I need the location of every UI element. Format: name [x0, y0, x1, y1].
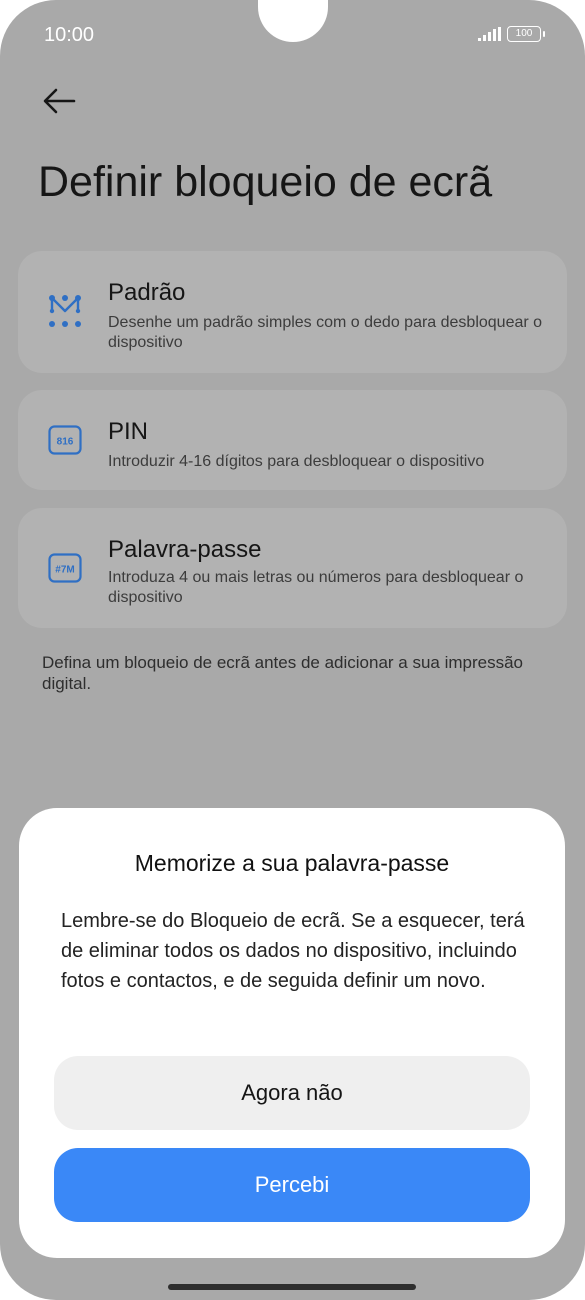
option-password[interactable]: #7M Palavra-passe Introduza 4 ou mais le… [18, 508, 567, 628]
password-icon-text: #7M [55, 565, 74, 576]
option-pattern[interactable]: Padrão Desenhe um padrão simples com o d… [18, 251, 567, 373]
dialog-sheet: Memorize a sua palavra-passe Lembre-se d… [19, 808, 565, 1258]
password-icon: #7M [48, 553, 82, 583]
fingerprint-note: Defina um bloqueio de ecrã antes de adic… [42, 653, 524, 693]
option-pin[interactable]: 816 PIN Introduzir 4-16 dígitos para des… [18, 390, 567, 490]
home-indicator[interactable] [168, 1284, 416, 1290]
option-title: Padrão [108, 279, 186, 306]
status-time: 10:00 [44, 24, 95, 46]
back-button[interactable] [40, 84, 78, 118]
not-now-button[interactable]: Agora não [54, 1056, 530, 1130]
option-title: Palavra-passe [108, 536, 262, 563]
camera-notch [258, 0, 328, 42]
page-title: Definir bloqueio de ecrã [38, 158, 493, 206]
option-description: Desenhe um padrão simples com o dedo par… [108, 314, 543, 351]
pin-icon-text: 816 [57, 437, 74, 448]
option-description: Introduzir 4-16 dígitos para desbloquear… [108, 453, 485, 470]
signal-icon [478, 27, 501, 41]
status-indicators: 100 [478, 26, 545, 42]
arrow-left-icon [43, 88, 76, 114]
got-it-button[interactable]: Percebi [54, 1148, 530, 1222]
phone-screen: 10:00 100 Definir bloqueio de ecrã Padrã… [0, 0, 585, 1300]
battery-icon: 100 [507, 26, 545, 42]
pin-icon: 816 [48, 425, 82, 455]
pattern-icon [49, 295, 81, 327]
dialog-body: Lembre-se do Bloqueio de ecrã. Se a esqu… [61, 910, 525, 992]
option-title: PIN [108, 418, 149, 445]
option-description: Introduza 4 ou mais letras ou números pa… [108, 569, 524, 606]
battery-level: 100 [515, 28, 533, 39]
dialog-title: Memorize a sua palavra-passe [134, 850, 450, 876]
